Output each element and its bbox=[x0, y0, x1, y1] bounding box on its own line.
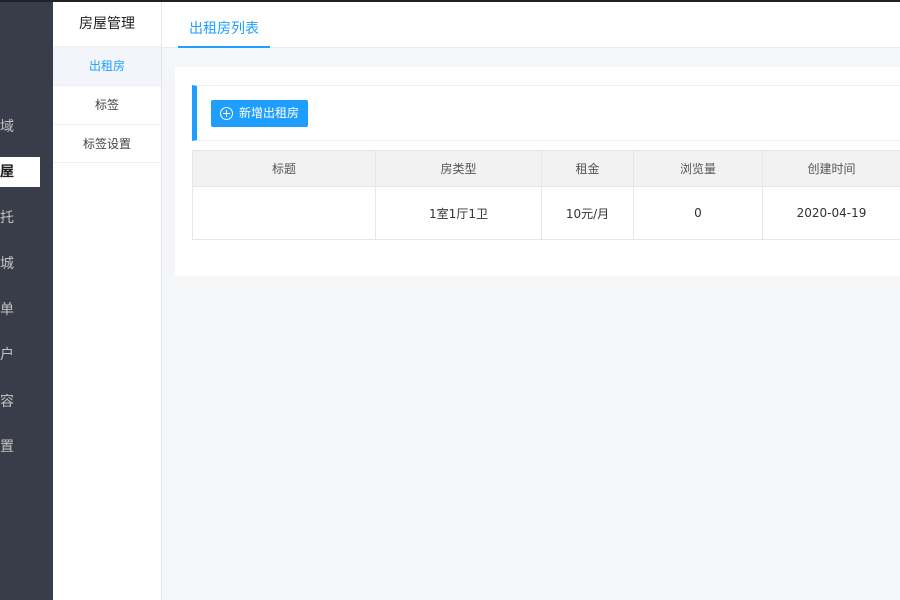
main-nav: 区域 房屋 委托 商城 订单 用户 内容 设置 bbox=[0, 2, 53, 600]
cell-rent: 10元/月 bbox=[541, 186, 634, 240]
sub-nav-item-tags[interactable]: 标签 bbox=[53, 85, 161, 124]
main-nav-item-region[interactable]: 区域 bbox=[0, 112, 53, 142]
rental-table: 标题 房类型 租金 浏览量 创建时间 1室1厅1卫 10元/月 0 2020-0… bbox=[192, 150, 900, 240]
main-nav-item-mall[interactable]: 商城 bbox=[0, 249, 53, 279]
table-row[interactable]: 1室1厅1卫 10元/月 0 2020-04-19 bbox=[192, 186, 900, 240]
main-nav-item-label: 用户 bbox=[0, 347, 14, 363]
cell-room-type: 1室1厅1卫 bbox=[375, 186, 542, 240]
column-header-title[interactable]: 标题 bbox=[192, 150, 376, 187]
column-header-views[interactable]: 浏览量 bbox=[633, 150, 763, 187]
main-nav-item-label: 房屋 bbox=[0, 164, 14, 180]
main-nav-item-user[interactable]: 用户 bbox=[0, 340, 53, 370]
main-nav-item-label: 订单 bbox=[0, 302, 14, 318]
cell-created-time: 2020-04-19 bbox=[762, 186, 900, 240]
main-nav-item-house[interactable]: 房屋 bbox=[0, 157, 40, 187]
cell-title bbox=[192, 186, 376, 240]
column-header-room-type[interactable]: 房类型 bbox=[375, 150, 542, 187]
main-nav-item-order[interactable]: 订单 bbox=[0, 295, 53, 325]
cell-views: 0 bbox=[633, 186, 763, 240]
main-nav-item-label: 商城 bbox=[0, 256, 14, 272]
tab-bar: 出租房列表 bbox=[162, 2, 900, 48]
toolbar: 新增出租房 bbox=[192, 85, 900, 141]
tab-rental-list[interactable]: 出租房列表 bbox=[178, 2, 270, 48]
plus-circle-icon bbox=[220, 107, 233, 120]
column-header-created-time[interactable]: 创建时间 bbox=[762, 150, 900, 187]
main-nav-item-label: 设置 bbox=[0, 439, 14, 455]
add-rental-button[interactable]: 新增出租房 bbox=[211, 100, 309, 127]
main-nav-item-label: 委托 bbox=[0, 210, 14, 226]
main-nav-item-entrust[interactable]: 委托 bbox=[0, 203, 53, 233]
add-rental-button-label: 新增出租房 bbox=[239, 106, 300, 120]
sub-nav-item-tag-settings[interactable]: 标签设置 bbox=[53, 124, 161, 163]
content-panel: 新增出租房 标题 房类型 租金 浏览量 创建时间 1室1厅1卫 10元/月 0 … bbox=[175, 67, 900, 276]
sub-nav-item-rental[interactable]: 出租房 bbox=[53, 46, 161, 85]
main-nav-item-label: 区域 bbox=[0, 119, 14, 135]
column-header-rent[interactable]: 租金 bbox=[541, 150, 634, 187]
main-nav-item-content[interactable]: 内容 bbox=[0, 387, 53, 417]
table-header-row: 标题 房类型 租金 浏览量 创建时间 bbox=[192, 150, 900, 187]
main-nav-item-settings[interactable]: 设置 bbox=[0, 432, 53, 462]
sub-nav-title: 房屋管理 bbox=[79, 16, 135, 32]
sub-nav: 房屋管理 出租房 标签 标签设置 bbox=[53, 2, 162, 600]
main-nav-item-label: 内容 bbox=[0, 394, 14, 410]
